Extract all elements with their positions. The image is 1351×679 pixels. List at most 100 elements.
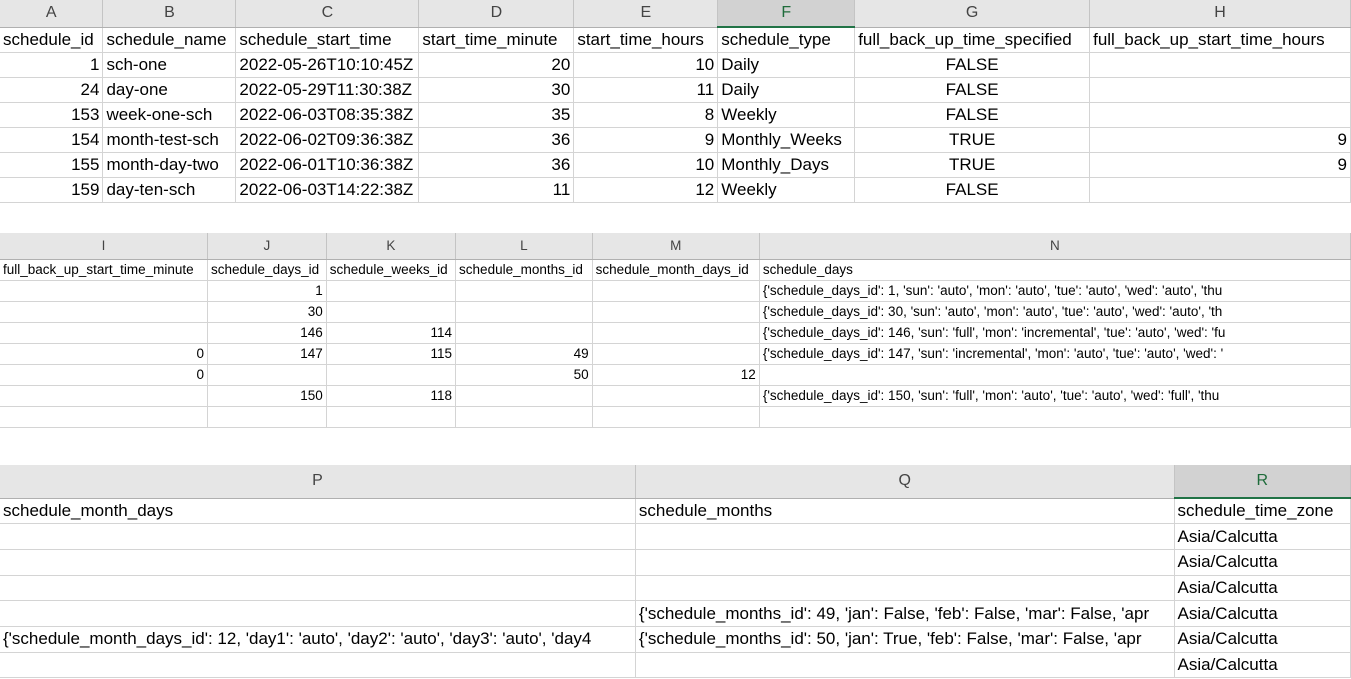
cell[interactable]: 9 xyxy=(1089,152,1351,178)
cell[interactable]: 9 xyxy=(573,127,719,153)
cell[interactable]: 1 xyxy=(207,280,327,302)
cell[interactable] xyxy=(635,523,1175,550)
column-header-h[interactable]: H xyxy=(1089,0,1351,28)
cell[interactable]: {'schedule_month_days_id': 12, 'day1': '… xyxy=(0,626,636,653)
cell[interactable]: FALSE xyxy=(854,177,1091,203)
header-cell[interactable]: schedule_month_days xyxy=(0,498,636,525)
cell[interactable]: Asia/Calcutta xyxy=(1174,575,1351,602)
header-cell[interactable]: schedule_time_zone xyxy=(1174,498,1351,525)
header-cell[interactable]: schedule_id xyxy=(0,27,104,53)
cell[interactable]: {'schedule_days_id': 30, 'sun': 'auto', … xyxy=(759,301,1351,323)
column-header-p[interactable]: P xyxy=(0,465,636,499)
cell[interactable]: {'schedule_months_id': 49, 'jan': False,… xyxy=(635,600,1175,627)
header-cell[interactable]: full_back_up_start_time_hours xyxy=(1089,27,1351,53)
column-header-c[interactable]: C xyxy=(235,0,420,28)
cell[interactable]: Asia/Calcutta xyxy=(1174,652,1351,679)
header-cell[interactable]: schedule_weeks_id xyxy=(326,259,457,281)
cell[interactable]: 115 xyxy=(326,343,457,365)
header-cell[interactable]: start_time_hours xyxy=(573,27,719,53)
cell[interactable] xyxy=(592,406,760,428)
cell[interactable]: Weekly xyxy=(717,102,856,128)
cell[interactable] xyxy=(326,280,457,302)
header-cell[interactable]: full_back_up_start_time_minute xyxy=(0,259,209,281)
header-cell[interactable]: schedule_start_time xyxy=(235,27,420,53)
header-cell[interactable]: start_time_minute xyxy=(418,27,575,53)
cell[interactable]: Daily xyxy=(717,77,856,103)
cell[interactable]: 12 xyxy=(573,177,719,203)
cell[interactable]: 10 xyxy=(573,52,719,78)
cell[interactable]: 0 xyxy=(0,364,209,386)
cell[interactable]: 153 xyxy=(0,102,104,128)
cell[interactable]: {'schedule_months_id': 50, 'jan': True, … xyxy=(635,626,1175,653)
cell[interactable] xyxy=(635,652,1175,679)
cell[interactable]: day-one xyxy=(102,77,237,103)
cell[interactable]: 9 xyxy=(1089,127,1351,153)
cell[interactable]: day-ten-sch xyxy=(102,177,237,203)
column-header-d[interactable]: D xyxy=(418,0,575,28)
cell[interactable]: 2022-05-26T10:10:45Z xyxy=(235,52,420,78)
cell[interactable]: Asia/Calcutta xyxy=(1174,523,1351,550)
cell[interactable] xyxy=(455,322,593,344)
cell[interactable]: 12 xyxy=(592,364,760,386)
cell[interactable]: month-day-two xyxy=(102,152,237,178)
cell[interactable]: 2022-06-03T08:35:38Z xyxy=(235,102,420,128)
cell[interactable]: {'schedule_days_id': 1, 'sun': 'auto', '… xyxy=(759,280,1351,302)
cell[interactable]: 10 xyxy=(573,152,719,178)
header-cell[interactable]: schedule_name xyxy=(102,27,237,53)
cell[interactable] xyxy=(0,385,209,407)
cell[interactable] xyxy=(0,322,209,344)
column-header-f[interactable]: F xyxy=(717,0,856,28)
cell[interactable]: Weekly xyxy=(717,177,856,203)
header-cell[interactable]: schedule_days_id xyxy=(207,259,327,281)
header-cell[interactable]: full_back_up_time_specified xyxy=(854,27,1091,53)
cell[interactable] xyxy=(1089,177,1351,203)
cell[interactable]: Asia/Calcutta xyxy=(1174,600,1351,627)
cell[interactable] xyxy=(0,549,636,576)
cell[interactable] xyxy=(759,364,1351,386)
cell[interactable] xyxy=(0,600,636,627)
cell[interactable] xyxy=(635,575,1175,602)
cell[interactable]: {'schedule_days_id': 150, 'sun': 'full',… xyxy=(759,385,1351,407)
cell[interactable] xyxy=(0,406,209,428)
cell[interactable] xyxy=(0,575,636,602)
cell[interactable]: Monthly_Weeks xyxy=(717,127,856,153)
cell[interactable] xyxy=(0,523,636,550)
cell[interactable]: 0 xyxy=(0,343,209,365)
cell[interactable] xyxy=(455,301,593,323)
cell[interactable]: 2022-06-01T10:36:38Z xyxy=(235,152,420,178)
column-header-i[interactable]: I xyxy=(0,233,209,260)
cell[interactable]: 2022-06-03T14:22:38Z xyxy=(235,177,420,203)
cell[interactable] xyxy=(635,549,1175,576)
header-cell[interactable]: schedule_type xyxy=(717,27,856,53)
column-header-m[interactable]: M xyxy=(592,233,760,260)
cell[interactable]: 114 xyxy=(326,322,457,344)
cell[interactable]: {'schedule_days_id': 147, 'sun': 'increm… xyxy=(759,343,1351,365)
column-header-q[interactable]: Q xyxy=(635,465,1175,499)
cell[interactable]: Daily xyxy=(717,52,856,78)
column-header-j[interactable]: J xyxy=(207,233,327,260)
cell[interactable] xyxy=(0,280,209,302)
cell[interactable]: 11 xyxy=(573,77,719,103)
cell[interactable]: 2022-06-02T09:36:38Z xyxy=(235,127,420,153)
column-header-l[interactable]: L xyxy=(455,233,593,260)
cell[interactable] xyxy=(455,280,593,302)
cell[interactable]: 118 xyxy=(326,385,457,407)
cell[interactable]: 2022-05-29T11:30:38Z xyxy=(235,77,420,103)
cell[interactable]: Asia/Calcutta xyxy=(1174,549,1351,576)
cell[interactable] xyxy=(592,280,760,302)
cell[interactable] xyxy=(1089,77,1351,103)
cell[interactable]: FALSE xyxy=(854,102,1091,128)
cell[interactable]: 154 xyxy=(0,127,104,153)
cell[interactable]: week-one-sch xyxy=(102,102,237,128)
cell[interactable] xyxy=(0,652,636,679)
cell[interactable]: 150 xyxy=(207,385,327,407)
cell[interactable]: Asia/Calcutta xyxy=(1174,626,1351,653)
cell[interactable] xyxy=(207,406,327,428)
cell[interactable]: 30 xyxy=(418,77,575,103)
column-header-r[interactable]: R xyxy=(1174,465,1351,499)
cell[interactable]: 11 xyxy=(418,177,575,203)
cell[interactable]: {'schedule_days_id': 146, 'sun': 'full',… xyxy=(759,322,1351,344)
cell[interactable]: 49 xyxy=(455,343,593,365)
cell[interactable]: 50 xyxy=(455,364,593,386)
column-header-a[interactable]: A xyxy=(0,0,104,28)
